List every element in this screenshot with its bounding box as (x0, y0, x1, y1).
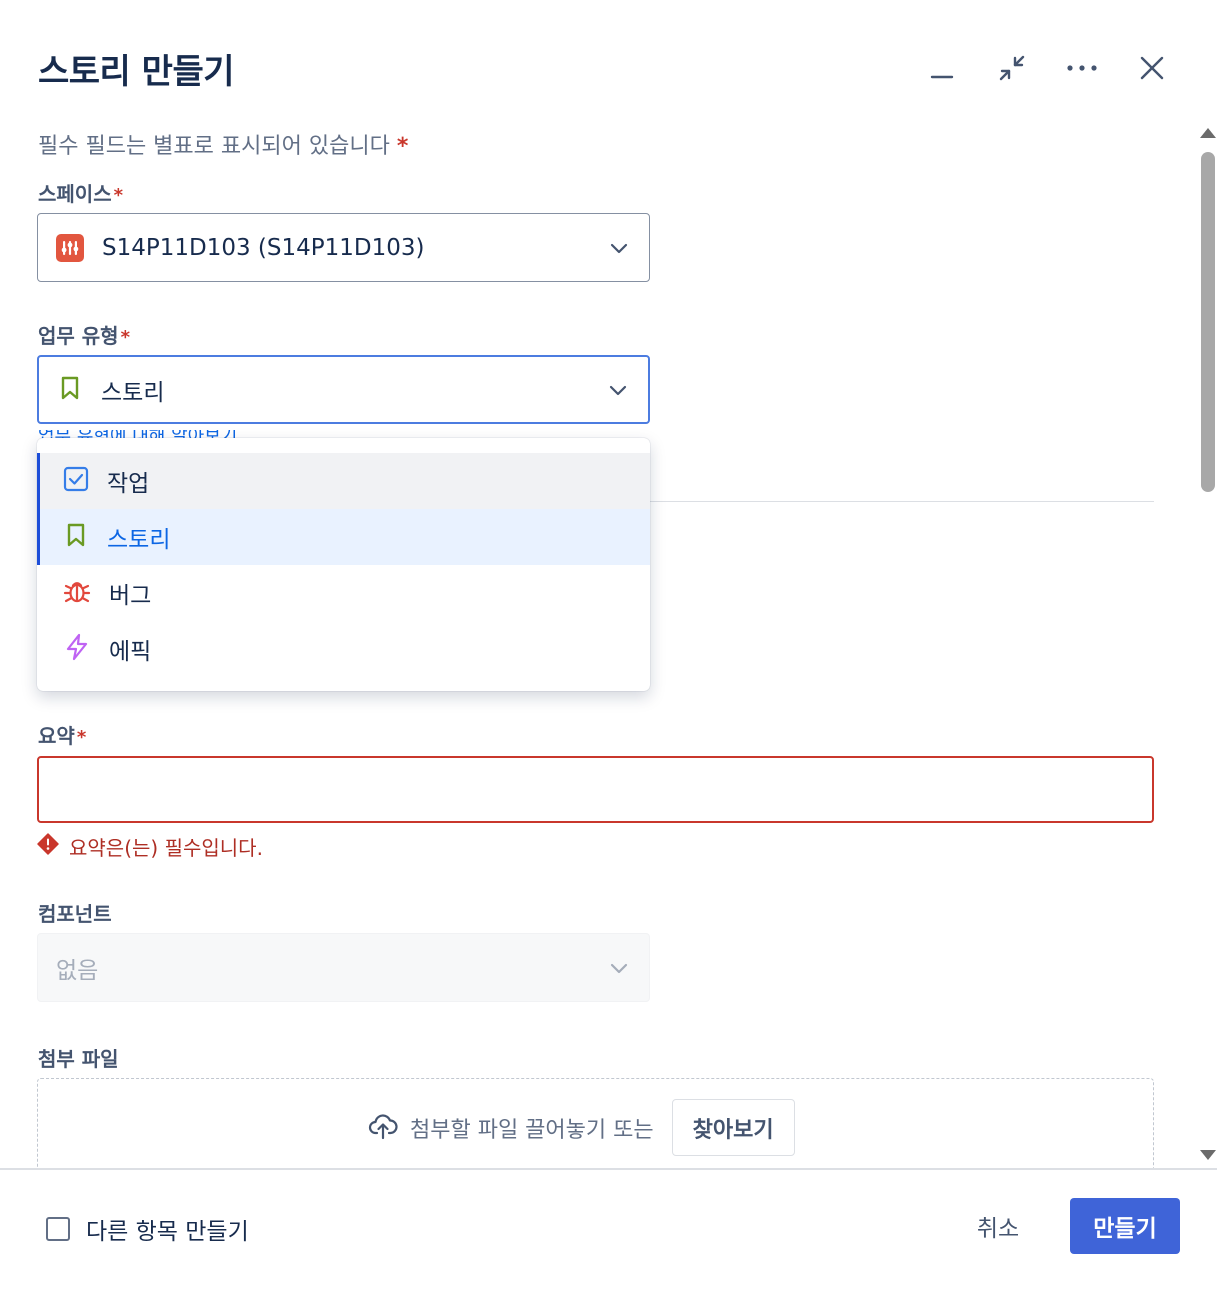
chevron-down-icon (609, 238, 629, 262)
vertical-scrollbar[interactable] (1198, 120, 1217, 1168)
story-bookmark-icon (57, 375, 83, 405)
create-another-checkbox[interactable] (46, 1217, 70, 1241)
component-label: 컴포넌트 (38, 902, 112, 926)
space-value: S14P11D103 (S14P11D103) (102, 234, 425, 261)
option-label: 버그 (109, 583, 152, 609)
dropzone-content: 첨부할 파일 끌어놓기 또는 찾아보기 (368, 1099, 795, 1156)
work-type-option-bug[interactable]: 버그 (37, 565, 650, 621)
close-button[interactable] (1130, 46, 1174, 90)
component-select[interactable]: 없음 (37, 933, 650, 1002)
space-label: 스페이스 * (38, 182, 124, 206)
minimize-button[interactable] (920, 46, 964, 90)
work-type-value: 스토리 (101, 379, 165, 406)
space-avatar-icon (56, 233, 84, 262)
work-type-option-story[interactable]: 스토리 (37, 509, 650, 565)
scroll-down-arrow-icon[interactable] (1200, 1150, 1216, 1160)
option-label: 에픽 (109, 639, 152, 665)
work-type-label: 업무 유형 * (38, 324, 130, 348)
browse-button[interactable]: 찾아보기 (671, 1099, 795, 1156)
option-label: 작업 (107, 471, 150, 497)
summary-label: 요약 * (38, 724, 87, 748)
option-label: 스토리 (107, 527, 171, 553)
create-button[interactable]: 만들기 (1070, 1198, 1180, 1254)
required-asterisk: * (396, 134, 409, 159)
modal-header: 스토리 만들기 (0, 0, 1217, 120)
bug-icon (63, 577, 91, 609)
shrink-icon (999, 55, 1025, 81)
required-fields-note: 필수 필드는 별표로 표시되어 있습니다 * (38, 134, 409, 159)
form-scroll-area[interactable]: 필수 필드는 별표로 표시되어 있습니다 * 스페이스 * S14P11D103 … (0, 120, 1217, 1168)
upload-cloud-icon (368, 1111, 398, 1145)
more-horizontal-icon (1067, 65, 1097, 71)
modal-footer: 다른 항목 만들기 취소 만들기 (0, 1168, 1217, 1289)
chevron-down-icon (608, 380, 628, 404)
create-another-label: 다른 항목 만들기 (86, 1219, 249, 1245)
scroll-up-arrow-icon[interactable] (1200, 128, 1216, 138)
minimize-icon (930, 75, 954, 79)
story-bookmark-icon (63, 522, 89, 552)
error-warning-icon (37, 833, 59, 860)
section-divider (650, 501, 1154, 502)
chevron-down-icon (609, 958, 629, 982)
dropzone-text: 첨부할 파일 끌어놓기 또는 (410, 1117, 654, 1143)
summary-error: 요약은(는) 필수입니다. (37, 832, 263, 861)
more-actions-button[interactable] (1060, 46, 1104, 90)
modal-title: 스토리 만들기 (38, 52, 235, 92)
create-another-toggle[interactable]: 다른 항목 만들기 (46, 1212, 249, 1246)
cancel-button[interactable]: 취소 (952, 1198, 1044, 1254)
attachment-dropzone[interactable]: 첨부할 파일 끌어놓기 또는 찾아보기 (37, 1078, 1154, 1168)
summary-error-text: 요약은(는) 필수입니다. (69, 836, 263, 860)
summary-input[interactable] (37, 756, 1154, 823)
work-type-option-epic[interactable]: 에픽 (37, 621, 650, 677)
work-type-select[interactable]: 스토리 (37, 355, 650, 424)
epic-lightning-icon (63, 633, 91, 665)
space-select[interactable]: S14P11D103 (S14P11D103) (37, 213, 650, 282)
attachment-label: 첨부 파일 (38, 1047, 119, 1071)
shrink-button[interactable] (990, 46, 1034, 90)
close-icon (1140, 56, 1164, 80)
work-type-dropdown: 작업 스토리 버그 에픽 (37, 438, 650, 691)
scrollbar-thumb[interactable] (1201, 152, 1215, 492)
task-checkbox-icon (63, 466, 89, 496)
component-value: 없음 (56, 957, 99, 984)
work-type-option-task[interactable]: 작업 (37, 453, 650, 509)
